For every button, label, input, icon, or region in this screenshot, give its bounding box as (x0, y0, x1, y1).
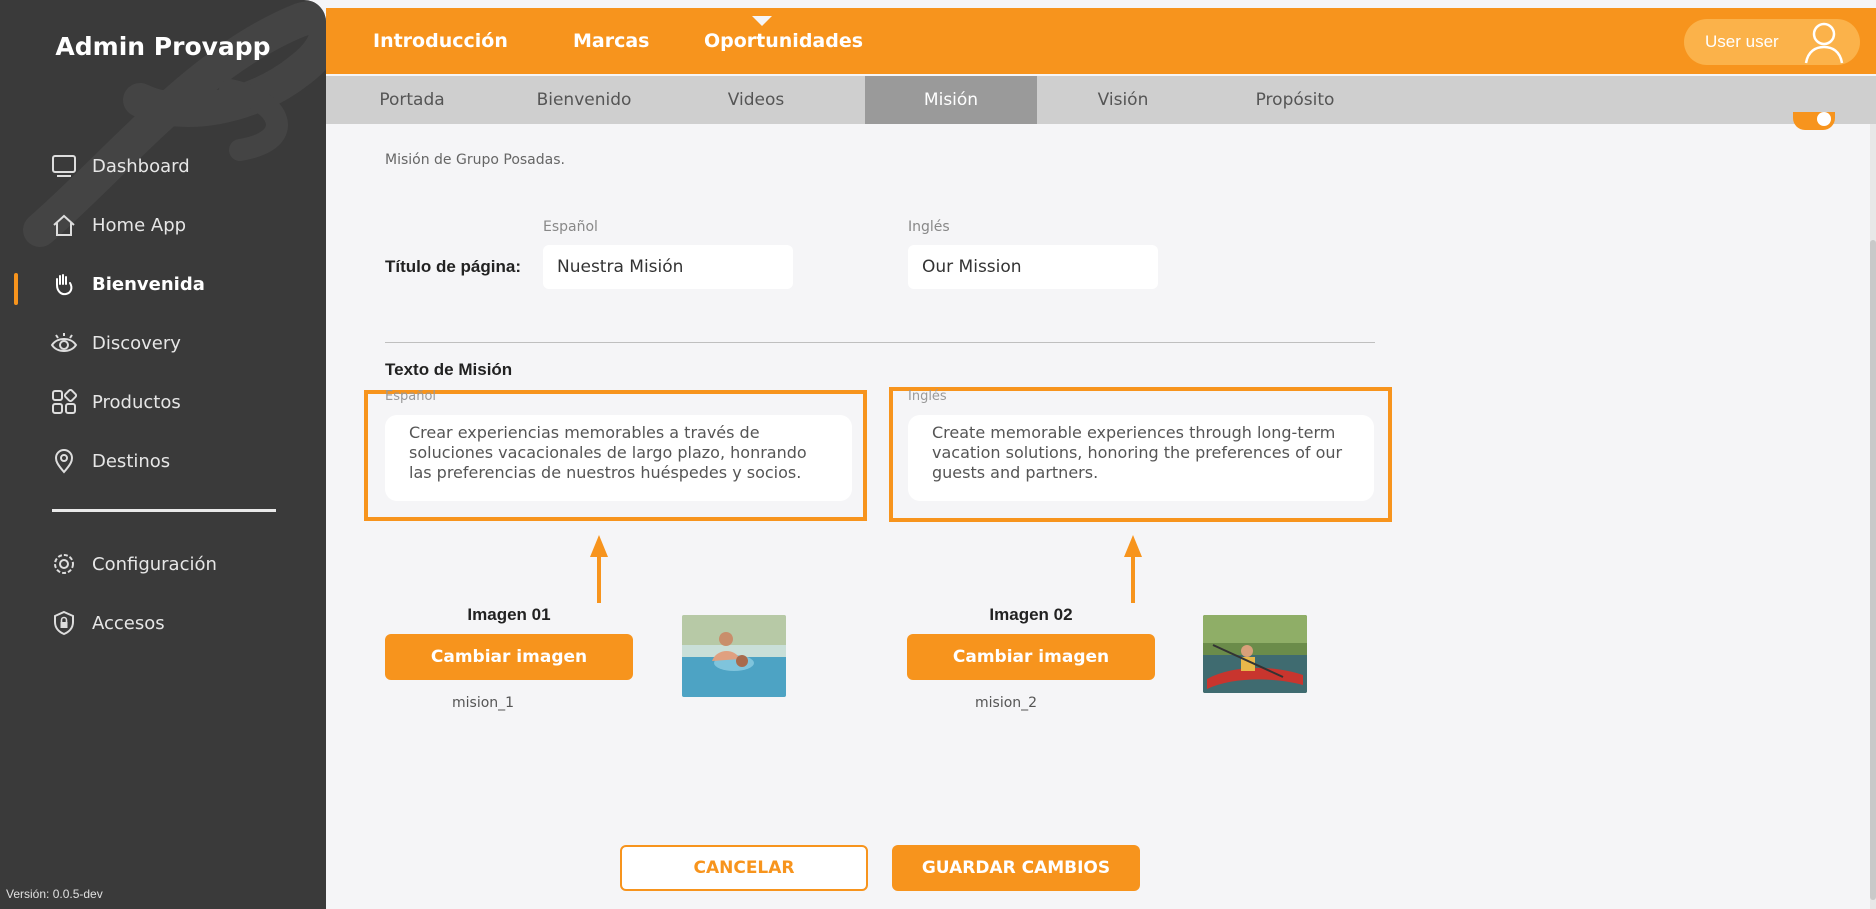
arrow-up-icon (1124, 535, 1142, 603)
user-name: User user (1705, 32, 1779, 51)
top-nav: Introducción Marcas Oportunidades (326, 8, 1876, 74)
arrow-up-icon (590, 535, 608, 603)
sidebar: Admin Provapp Dashboard Home App Bienven… (0, 0, 326, 909)
subtab-mision[interactable]: Misión (865, 76, 1037, 124)
change-image-01-button[interactable]: Cambiar imagen (385, 634, 633, 680)
image-01-thumbnail (682, 615, 786, 697)
cancel-button[interactable]: CANCELAR (620, 845, 868, 891)
tab-oportunidades[interactable]: Oportunidades (704, 30, 863, 52)
subtab-bienvenido[interactable]: Bienvenido (498, 76, 670, 124)
page-title-en-input[interactable] (908, 245, 1158, 289)
section-divider (385, 342, 1375, 343)
mission-text-en[interactable]: Create memorable experiences through lon… (908, 415, 1374, 501)
sidebar-item-label: Discovery (92, 332, 181, 354)
subtab-vision[interactable]: Visión (1037, 76, 1209, 124)
scrollbar-thumb[interactable] (1870, 240, 1876, 900)
sub-nav: Portada Bienvenido Videos Misión Visión … (326, 76, 1876, 124)
sidebar-item-label: Productos (92, 391, 181, 413)
sidebar-item-discovery[interactable]: Discovery (50, 325, 181, 361)
sidebar-item-productos[interactable]: Productos (50, 384, 181, 420)
save-changes-button[interactable]: GUARDAR CAMBIOS (892, 845, 1140, 891)
app-title: Admin Provapp (55, 32, 271, 61)
sidebar-item-configuracion[interactable]: Configuración (50, 546, 217, 582)
subtab-videos[interactable]: Videos (670, 76, 842, 124)
grid-icon (50, 388, 78, 416)
active-tab-caret (752, 16, 772, 26)
sidebar-item-label: Bienvenida (92, 273, 205, 295)
sidebar-item-label: Destinos (92, 450, 171, 472)
tab-introduccion[interactable]: Introducción (373, 30, 508, 52)
eye-icon (50, 329, 78, 357)
sidebar-item-accesos[interactable]: Accesos (50, 605, 165, 641)
tab-marcas[interactable]: Marcas (573, 30, 650, 52)
mission-label-en: Inglés (908, 389, 947, 404)
image-01-filename: mision_1 (452, 695, 515, 711)
lang-label-es: Español (543, 219, 598, 235)
sidebar-item-home-app[interactable]: Home App (50, 207, 186, 243)
visibility-toggle[interactable] (1793, 112, 1835, 130)
lang-label-en: Inglés (908, 219, 950, 235)
sidebar-item-destinos[interactable]: Destinos (50, 443, 170, 479)
section-title: Texto de Misión (385, 360, 513, 379)
change-image-02-button[interactable]: Cambiar imagen (907, 634, 1155, 680)
version-label: Versión: 0.0.5-dev (6, 887, 103, 901)
gear-icon (50, 550, 78, 578)
image-02-filename: mision_2 (975, 695, 1038, 711)
sidebar-item-label: Dashboard (92, 155, 190, 177)
mission-label-es: Español (385, 389, 437, 404)
active-indicator (14, 273, 18, 305)
page-description: Misión de Grupo Posadas. (385, 152, 565, 168)
sidebar-divider (52, 509, 276, 512)
page-title-label: Título de página: (385, 257, 521, 276)
image-01-label: Imagen 01 (467, 605, 551, 624)
sidebar-item-dashboard[interactable]: Dashboard (50, 148, 190, 184)
sidebar-item-label: Accesos (92, 612, 165, 634)
monitor-icon (50, 152, 78, 180)
shield-lock-icon (50, 609, 78, 637)
subtab-proposito[interactable]: Propósito (1209, 76, 1381, 124)
mission-text-es[interactable]: Crear experiencias memorables a través d… (385, 415, 852, 501)
map-pin-icon (50, 447, 78, 475)
waving-hand-icon (50, 270, 78, 298)
sidebar-item-label: Home App (92, 214, 187, 236)
sidebar-item-bienvenida[interactable]: Bienvenida (50, 266, 205, 302)
page-title-es-input[interactable] (543, 245, 793, 289)
user-menu-button[interactable]: User user (1684, 19, 1860, 65)
home-icon (50, 211, 78, 239)
user-icon (1802, 19, 1846, 70)
image-02-thumbnail (1203, 615, 1307, 693)
sidebar-item-label: Configuración (92, 553, 217, 575)
subtab-portada[interactable]: Portada (326, 76, 498, 124)
image-02-label: Imagen 02 (989, 605, 1073, 624)
